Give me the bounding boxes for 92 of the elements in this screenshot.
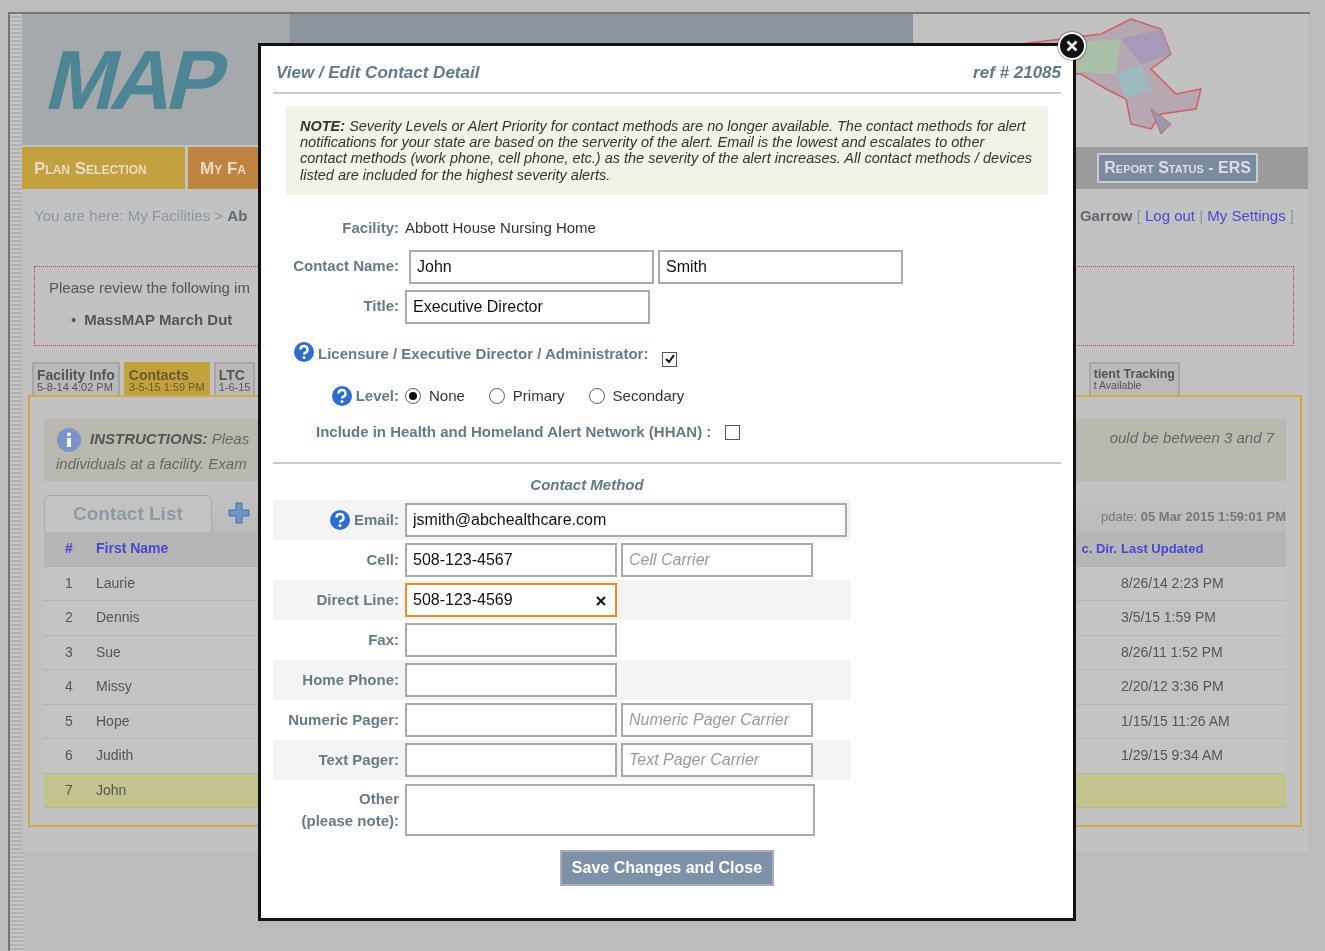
checkbox[interactable]: [725, 424, 741, 440]
input-field[interactable]: 508-123-4567: [405, 543, 617, 577]
field-label: Facility:: [342, 218, 399, 238]
table-cell-text: John: [95, 780, 127, 800]
info-icon: [56, 426, 82, 453]
plus-icon: [227, 502, 250, 525]
notice-item: MassMAP March Dut: [84, 310, 233, 330]
table-cell-text: 2/20/12 3:36 PM: [1121, 677, 1225, 697]
breadcrumb-separator: >: [214, 207, 224, 224]
title-field[interactable]: Executive Director: [405, 289, 650, 324]
user-link[interactable]: My Settings: [1207, 207, 1286, 224]
close-icon: [1066, 40, 1078, 52]
table-cell-text: 2: [64, 608, 74, 628]
bracket: [: [1136, 207, 1141, 224]
facility-tab[interactable]: tient Tracking t Available: [1088, 361, 1180, 395]
field-label: Level:: [355, 385, 399, 406]
field-label: Text Pager:: [318, 749, 399, 770]
field-label: Fax:: [368, 629, 399, 650]
table-cell-text: Laurie: [95, 573, 135, 593]
radio-button[interactable]: [405, 387, 421, 404]
table-cell-text: 3/5/15 1:59 PM: [1121, 608, 1217, 628]
table-cell-text: Judith: [95, 746, 134, 766]
field-label: Contact Name:: [293, 256, 399, 277]
bracket: ]: [1289, 207, 1294, 224]
radio-button[interactable]: [588, 387, 605, 404]
checkbox[interactable]: [662, 351, 678, 367]
column-header[interactable]: First Name: [94, 538, 169, 560]
table-cell-text: 6: [64, 746, 74, 766]
update-label: pdate:: [1100, 508, 1138, 524]
breadcrumb-current: Ab: [227, 207, 248, 224]
section-heading: Contact Method: [529, 474, 645, 495]
user-name: Garrow: [1079, 207, 1133, 224]
field-label: Other (please note):: [301, 788, 399, 831]
table-cell-text: 1/15/15 11:26 AM: [1121, 711, 1231, 731]
column-header[interactable]: c. Dir.: [1081, 539, 1117, 559]
input-field[interactable]: jsmith@abchealthcare.com: [405, 503, 847, 537]
carrier-field[interactable]: Numeric Pager Carrier: [621, 703, 813, 737]
table-cell-text: 7: [64, 780, 74, 800]
column-header: #: [64, 539, 74, 559]
instructions-text: ould be between 3 and 7: [1109, 427, 1274, 448]
reference-number: ref # 21085: [973, 62, 1061, 84]
instructions-text: individuals at a facility. Exam: [56, 453, 248, 474]
separator: |: [1199, 207, 1204, 224]
field-label: Title:: [363, 296, 399, 317]
dialog-title: View / Edit Contact Detail: [276, 62, 480, 84]
table-cell-text: Hope: [95, 711, 130, 731]
field-label: Include in Health and Homeland Alert Network (HHAN) :: [316, 422, 713, 442]
table-cell-text: Dennis: [95, 608, 140, 628]
breadcrumb-label: You are here:: [34, 207, 124, 224]
carrier-field[interactable]: Text Pager Carrier: [621, 743, 813, 777]
help-icon: [330, 384, 353, 407]
field-label: Email:: [354, 509, 399, 530]
radio-label: Primary: [512, 385, 565, 406]
help-icon: [293, 341, 315, 363]
update-value: 05 Mar 2015 1:59:01 PM: [1140, 508, 1286, 524]
field-label: Cell:: [366, 549, 399, 570]
table-cell-text: 3: [64, 642, 74, 662]
clear-icon: [595, 595, 607, 607]
table-cell-text: 8/26/11 1:52 PM: [1121, 642, 1224, 662]
field-label: Numeric Pager:: [288, 709, 399, 730]
facility-name: Abbott House Nursing Home: [405, 218, 596, 238]
input-field[interactable]: 508-123-4569: [405, 583, 617, 617]
table-cell-text: 1/29/15 9:34 AM: [1121, 746, 1224, 766]
last-name-field[interactable]: Smith: [658, 249, 903, 284]
save-button[interactable]: Save Changes and Close: [559, 850, 775, 886]
logo: MAP: [39, 37, 235, 122]
table-cell-text: 4: [64, 677, 74, 697]
user-link[interactable]: Log out: [1145, 207, 1196, 224]
carrier-field[interactable]: Cell Carrier: [621, 543, 813, 577]
input-field[interactable]: [405, 663, 617, 697]
first-name-field[interactable]: John: [409, 249, 654, 284]
instructions-text: INSTRUCTIONS: Pleas: [90, 429, 250, 450]
radio-button[interactable]: [488, 387, 505, 404]
table-cell-text: Sue: [95, 642, 121, 662]
table-cell-text: Missy: [95, 677, 132, 697]
input-field[interactable]: [405, 623, 617, 657]
column-header[interactable]: Last Updated: [1121, 539, 1286, 559]
table-cell-text: 1: [64, 573, 74, 593]
report-status-button[interactable]: Report Status - ERS: [1097, 153, 1258, 183]
radio-label: Secondary: [612, 385, 685, 406]
field-label: Licensure / Executive Director / Administrator:: [317, 343, 650, 364]
bullet: •: [71, 310, 77, 330]
note-field[interactable]: [405, 784, 815, 836]
input-field[interactable]: [405, 743, 617, 777]
notice-text: Please review the following im: [49, 278, 250, 296]
input-field[interactable]: [405, 703, 617, 737]
radio-label: None: [429, 385, 465, 406]
field-label: Home Phone:: [302, 669, 399, 690]
note-text: NOTE: Severity Levels or Alert Priority for contact methods are no longer available. The contact methods for alert notifications for your state are based on the serverity of the alert. Email is the lowest and escalates to other contact methods (work phone, cell phone, etc.) as the severity of the alert increases. All contact methods / devices listed are included for the highest severity alerts.: [300, 117, 1033, 183]
table-cell-text: 8/26/14 2:23 PM: [1121, 573, 1225, 593]
table-cell-text: 5: [64, 711, 74, 731]
field-label: Direct Line:: [316, 589, 399, 610]
